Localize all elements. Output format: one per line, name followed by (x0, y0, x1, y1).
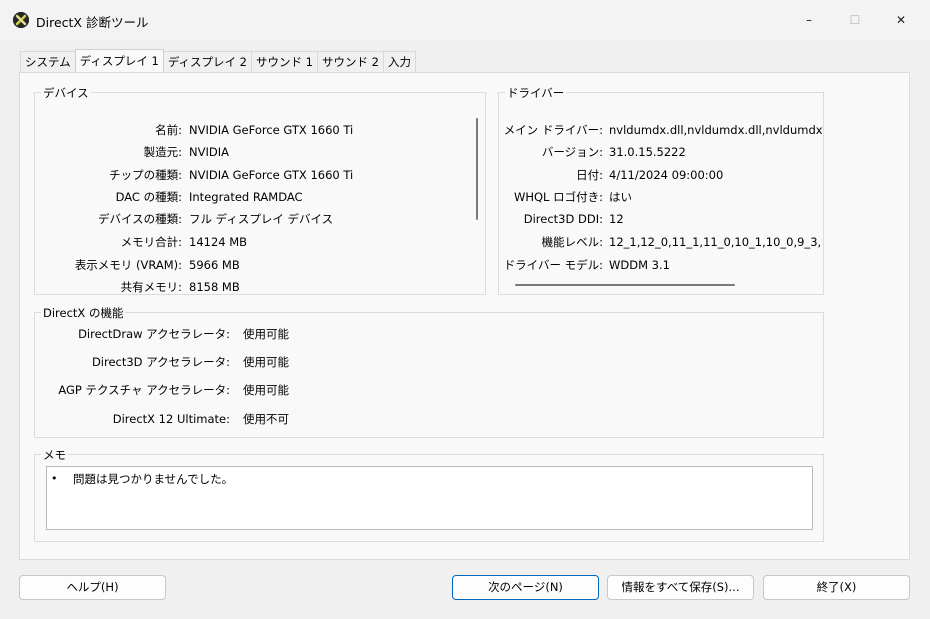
tab-display-1[interactable]: ディスプレイ 1 (74, 49, 164, 72)
device-label: 製造元: (143, 145, 182, 159)
device-label: チップの種類: (109, 168, 182, 182)
driver-value: nvldumdx.dll,nvldumdx.dll,nvldumdx.dll, (609, 123, 822, 137)
driver-value: はい (609, 190, 632, 204)
feature-value: 使用可能 (243, 327, 289, 341)
device-value: フル ディスプレイ デバイス (189, 212, 334, 226)
next-page-button[interactable]: 次のページ(N) (452, 575, 599, 600)
minimize-icon: – (806, 13, 812, 27)
feature-label: DirectDraw アクセラレータ: (78, 327, 230, 341)
feature-label: AGP テクスチャ アクセラレータ: (58, 383, 230, 397)
driver-label: Direct3D DDI: (523, 212, 603, 226)
feature-value: 使用可能 (243, 383, 289, 397)
tab-sound-2[interactable]: サウンド 2 (316, 51, 384, 72)
feature-value: 使用可能 (243, 355, 289, 369)
device-label: メモリ合計: (120, 235, 182, 249)
device-value: 5966 MB (189, 258, 240, 272)
driver-label: 日付: (576, 168, 603, 182)
tab-input[interactable]: 入力 (382, 51, 416, 72)
maximize-icon: ☐ (849, 13, 861, 27)
help-button[interactable]: ヘルプ(H) (19, 575, 166, 600)
exit-button[interactable]: 終了(X) (763, 575, 910, 600)
device-value: 8158 MB (189, 280, 240, 294)
driver-value: 12 (609, 212, 624, 226)
device-label: デバイスの種類: (97, 212, 182, 226)
driver-label: バージョン: (541, 145, 603, 159)
window-title: DirectX 診断ツール (36, 15, 149, 30)
driver-label: 機能レベル: (541, 235, 603, 249)
memo-group-title: メモ (41, 447, 68, 463)
maximize-button[interactable]: ☐ (832, 0, 878, 40)
driver-label: WHQL ロゴ付き: (513, 190, 603, 204)
tab-display-2[interactable]: ディスプレイ 2 (162, 51, 252, 72)
device-label: 共有メモリ: (120, 280, 182, 294)
device-value: 14124 MB (189, 235, 248, 249)
device-value: NVIDIA GeForce GTX 1660 Ti (189, 168, 354, 182)
title-bar: DirectX 診断ツール – ☐ ✕ (0, 0, 930, 40)
tab-sound-1[interactable]: サウンド 1 (251, 51, 318, 72)
tab-strip: システム ディスプレイ 1 ディスプレイ 2 サウンド 1 サウンド 2 入力 (20, 49, 416, 72)
feature-value: 使用不可 (243, 412, 289, 426)
minimize-button[interactable]: – (786, 0, 832, 40)
driver-rows: メイン ドライバー: nvldumdx.dll,nvldumdx.dll,nvl… (499, 93, 822, 283)
save-all-info-button[interactable]: 情報をすべて保存(S)... (607, 575, 754, 600)
driver-value: 31.0.15.5222 (609, 145, 686, 159)
memo-textbox[interactable]: • 問題は見つかりませんでした。 (46, 466, 813, 530)
memo-text: 問題は見つかりませんでした。 (73, 472, 234, 486)
driver-value: 12_1,12_0,11_1,11_0,10_1,10_0,9_3,9_2,9_… (609, 235, 822, 249)
close-icon: ✕ (895, 13, 907, 27)
tab-system[interactable]: システム (20, 51, 76, 72)
memo-bullet: • (51, 472, 58, 485)
directx-icon (13, 12, 29, 28)
device-scrollbar[interactable] (476, 118, 478, 220)
driver-value: WDDM 3.1 (609, 258, 670, 272)
device-label: DAC の種類: (115, 190, 182, 204)
close-button[interactable]: ✕ (878, 0, 924, 40)
device-label: 名前: (155, 123, 182, 137)
device-group-title: デバイス (41, 85, 91, 101)
driver-label: メイン ドライバー: (503, 123, 603, 137)
feature-label: Direct3D アクセラレータ: (91, 355, 230, 369)
feature-label: DirectX 12 Ultimate: (112, 412, 230, 426)
driver-value: 4/11/2024 09:00:00 (609, 168, 724, 182)
driver-label: ドライバー モデル: (503, 258, 603, 272)
device-label: 表示メモリ (VRAM): (74, 258, 182, 272)
device-value: Integrated RAMDAC (189, 190, 303, 204)
device-value: NVIDIA GeForce GTX 1660 Ti (189, 123, 354, 137)
features-group-title: DirectX の機能 (41, 305, 126, 321)
device-value: NVIDIA (189, 145, 229, 159)
driver-scrollbar[interactable] (515, 284, 735, 286)
